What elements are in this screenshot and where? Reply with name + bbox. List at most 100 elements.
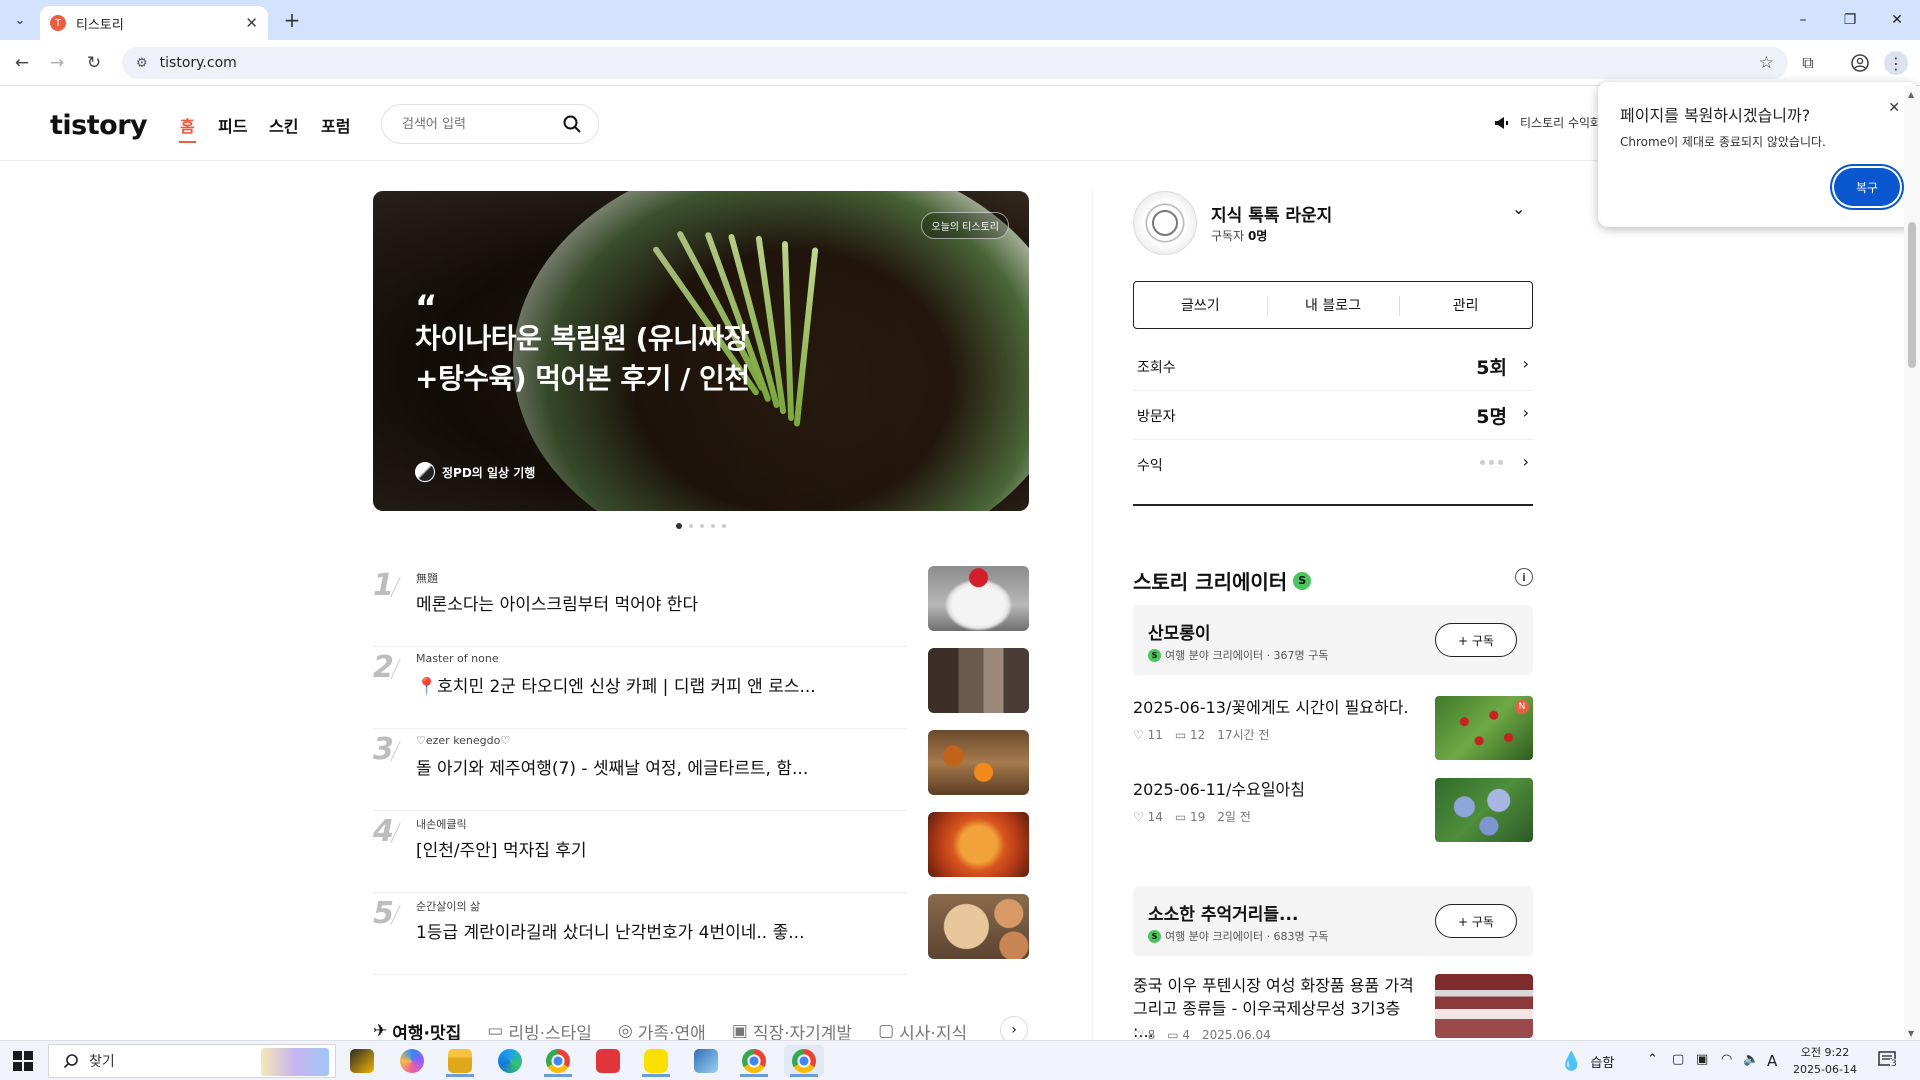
hero-author[interactable]: 정PD의 일상 기행 (415, 462, 535, 482)
taskbar-search[interactable]: 찾기 (48, 1044, 336, 1078)
rank-title[interactable]: 📍호치민 2군 타오디엔 신상 카페 | 디랩 커피 앤 로스... (416, 672, 816, 697)
hero-banner[interactable]: 오늘의 티스토리 “ 차이나타운 복림원 (유니짜장+탕수육) 먹어본 후기 /… (373, 191, 1029, 511)
close-window-button[interactable]: ✕ (1884, 8, 1910, 32)
post-title[interactable]: 2025-06-11/수요일아침 (1133, 778, 1305, 801)
post-thumbnail[interactable]: N (1435, 696, 1533, 760)
scroll-down-icon[interactable]: ▼ (1908, 1029, 1914, 1038)
rank-thumbnail[interactable] (928, 730, 1029, 795)
notice-banner[interactable]: 티스토리 수익화 (1494, 114, 1601, 131)
file-explorer-icon[interactable] (440, 1045, 480, 1077)
chrome-menu-icon[interactable]: ⋮ (1884, 51, 1908, 75)
nav-forum[interactable]: 포럼 (321, 113, 350, 137)
nav-feed[interactable]: 피드 (218, 113, 247, 137)
carousel-dot[interactable] (689, 524, 693, 528)
edge-icon[interactable] (490, 1045, 530, 1077)
media-app-icon[interactable] (588, 1045, 628, 1077)
chrome-icon[interactable] (734, 1045, 774, 1077)
weather-widget[interactable]: 💧 습함 (1560, 1051, 1614, 1072)
ranking-item[interactable]: 2 Master of none 📍호치민 2군 타오디엔 신상 카페 | 디랩… (373, 648, 1029, 729)
post-thumbnail[interactable] (1435, 974, 1533, 1038)
site-info-icon[interactable]: ⚙ (136, 56, 148, 71)
wifi-icon[interactable]: ◠ (1721, 1052, 1732, 1067)
carousel-dot[interactable] (722, 524, 726, 528)
manage-button[interactable]: 관리 (1399, 282, 1532, 328)
back-arrow-icon[interactable]: ← (10, 51, 34, 75)
rank-thumbnail[interactable] (928, 894, 1029, 959)
forward-arrow-icon[interactable]: → (45, 51, 69, 75)
search-input[interactable] (402, 116, 552, 132)
blog-avatar[interactable] (1133, 191, 1197, 255)
post-thumbnail[interactable] (1435, 778, 1533, 842)
creator-name[interactable]: 소소한 추억거리들... (1148, 900, 1298, 925)
taskbar-app-icon[interactable] (342, 1045, 382, 1077)
kakaotalk-icon[interactable] (636, 1045, 676, 1077)
tab-search-chevron-icon[interactable]: ⌄ (8, 8, 32, 32)
carousel-dot[interactable] (711, 524, 715, 528)
new-tab-button[interactable]: + (280, 8, 304, 32)
creator-card[interactable]: 산모롱이 S 여행 분야 크리에이터 · 367명 구독 + 구독 (1133, 605, 1533, 675)
creator-post[interactable]: 중국 이우 푸텐시장 여성 화장품 용품 가격 그리고 종류들 - 이우국제상무… (1133, 974, 1533, 1040)
post-title[interactable]: 2025-06-13/꽃에게도 시간이 필요하다. (1133, 696, 1409, 719)
stat-views[interactable]: 조회수 5회 › (1133, 343, 1533, 391)
box-app-icon[interactable] (686, 1045, 726, 1077)
address-bar[interactable]: ⚙ tistory.com ☆ (122, 47, 1788, 79)
ranking-item[interactable]: 1 無題 메론소다는 아이스크림부터 먹어야 한다 (373, 566, 1029, 647)
scrollbar-thumb[interactable] (1908, 222, 1916, 368)
subscribe-button[interactable]: + 구독 (1435, 904, 1517, 938)
info-icon[interactable]: i (1515, 568, 1533, 586)
ime-indicator[interactable]: A (1767, 1052, 1777, 1070)
rank-title[interactable]: [인천/주안] 먹자집 후기 (416, 836, 587, 861)
minimize-button[interactable]: – (1790, 8, 1816, 32)
my-blog-button[interactable]: 내 블로그 (1266, 282, 1400, 328)
creator-name[interactable]: 산모롱이 (1148, 619, 1211, 644)
copilot-icon[interactable] (392, 1045, 432, 1077)
restore-button[interactable]: 복구 (1834, 168, 1900, 206)
chrome-icon[interactable] (784, 1045, 824, 1077)
tray-overflow-icon[interactable]: ⌃ (1647, 1052, 1658, 1067)
rank-thumbnail[interactable] (928, 566, 1029, 631)
nav-skin[interactable]: 스킨 (269, 113, 298, 137)
windows-start-icon[interactable] (13, 1051, 33, 1071)
search-box[interactable] (381, 104, 599, 144)
rank-thumbnail[interactable] (928, 812, 1029, 877)
browser-tab[interactable]: T 티스토리 ✕ (40, 6, 268, 40)
chevron-down-icon[interactable]: ⌄ (1512, 199, 1525, 218)
rank-title[interactable]: 1등급 계란이라길래 샀더니 난각번호가 4번이네.. 좋... (416, 918, 804, 943)
bookmark-star-icon[interactable]: ☆ (1759, 53, 1774, 73)
write-button[interactable]: 글쓰기 (1134, 282, 1267, 328)
carousel-dot[interactable] (700, 524, 704, 528)
reload-icon[interactable]: ↻ (82, 51, 106, 75)
carousel-dot[interactable] (676, 523, 682, 529)
creator-post[interactable]: 2025-06-13/꽃에게도 시간이 필요하다. ♡ 11 ▭ 12 17시간… (1133, 696, 1533, 768)
hero-title[interactable]: 차이나타운 복림원 (유니짜장+탕수육) 먹어본 후기 / 인천 (415, 319, 775, 399)
meet-icon[interactable]: ▢ (1672, 1052, 1684, 1067)
page-scrollbar[interactable]: ▲ ▼ (1904, 86, 1920, 1040)
taskbar-clock[interactable]: 오전 9:22 2025-06-14 (1790, 1044, 1860, 1078)
extensions-puzzle-icon[interactable]: ⧉ (1796, 51, 1820, 75)
stat-visitors[interactable]: 방문자 5명 › (1133, 392, 1533, 440)
stat-revenue[interactable]: 수익 › (1133, 441, 1533, 489)
ranking-item[interactable]: 5 순간살이의 삶 1등급 계란이라길래 샀더니 난각번호가 4번이네.. 좋.… (373, 894, 1029, 975)
ranking-item[interactable]: 3 ♡ezer kenegdo♡ 돌 아기와 제주여행(7) - 셋째날 여정,… (373, 730, 1029, 811)
restore-window-button[interactable]: ❐ (1837, 8, 1863, 32)
rank-title[interactable]: 돌 아기와 제주여행(7) - 셋째날 여정, 에글타르트, 함... (416, 754, 808, 779)
tab-close-icon[interactable]: ✕ (245, 14, 258, 32)
volume-icon[interactable]: 🔈 (1743, 1052, 1759, 1067)
blog-name[interactable]: 지식 톡톡 라운지 (1211, 201, 1332, 226)
scroll-up-icon[interactable]: ▲ (1908, 90, 1914, 99)
url-text[interactable]: tistory.com (160, 55, 237, 71)
profile-icon[interactable] (1848, 51, 1872, 75)
subscribe-button[interactable]: + 구독 (1435, 623, 1517, 657)
nav-home[interactable]: 홈 (179, 113, 196, 143)
rank-thumbnail[interactable] (928, 648, 1029, 713)
creator-card[interactable]: 소소한 추억거리들... S 여행 분야 크리에이터 · 683명 구독 + 구독 (1133, 886, 1533, 956)
ranking-item[interactable]: 4 내손에클릭 [인천/주안] 먹자집 후기 (373, 812, 1029, 893)
tistory-logo[interactable]: tistory (50, 110, 148, 141)
search-icon[interactable] (562, 114, 582, 134)
chrome-icon[interactable] (538, 1045, 578, 1077)
notification-icon[interactable]: 3 (1878, 1051, 1900, 1071)
carousel-dots[interactable] (676, 523, 726, 529)
creator-post[interactable]: 2025-06-11/수요일아침 ♡ 14 ▭ 19 2일 전 (1133, 778, 1533, 848)
rank-title[interactable]: 메론소다는 아이스크림부터 먹어야 한다 (416, 590, 698, 615)
close-icon[interactable]: ✕ (1888, 100, 1900, 116)
